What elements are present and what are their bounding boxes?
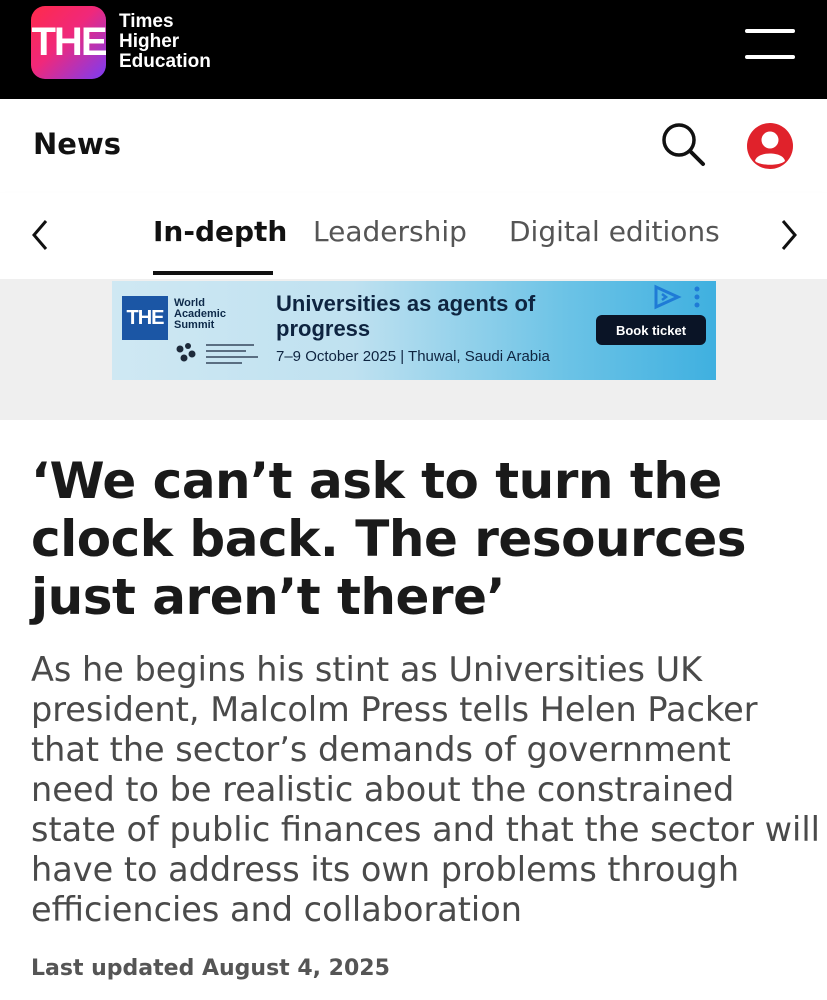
site-name-line3: Education [119, 51, 211, 72]
tab-leadership[interactable]: Leadership [313, 215, 467, 248]
section-tabs: In-depth Leadership Digital editions [0, 193, 827, 279]
chevron-right-icon[interactable] [773, 217, 803, 253]
site-header: THE Times Higher Education [0, 0, 827, 99]
article-headline: ‘We can’t ask to turn the clock back. Th… [31, 452, 747, 626]
ad-the-logo: THE [122, 296, 168, 340]
partner-text-graphic [206, 344, 258, 364]
section-title[interactable]: News [33, 127, 121, 161]
chevron-left-icon[interactable] [26, 217, 56, 253]
ad-event-name: World Academic Summit [174, 298, 244, 331]
tab-in-depth[interactable]: In-depth [153, 215, 287, 248]
hamburger-menu-icon[interactable] [745, 27, 795, 61]
tab-digital-editions[interactable]: Digital editions [509, 215, 720, 248]
search-icon[interactable] [660, 121, 706, 167]
user-account-icon[interactable] [745, 121, 795, 171]
ad-choices-icon[interactable] [652, 284, 712, 310]
partner-logo-icon [176, 343, 196, 362]
the-logo[interactable]: THE [31, 6, 108, 79]
book-ticket-button[interactable]: Book ticket [596, 315, 706, 345]
ad-heading: Universities as agents of progress [276, 291, 536, 341]
active-tab-indicator [153, 271, 273, 275]
site-name-line2: Higher [119, 31, 180, 52]
section-bar: News [0, 99, 827, 193]
ad-region: THE World Academic Summit Universities a… [0, 279, 827, 420]
site-name-line1: Times [119, 11, 174, 32]
ad-event-name-line3: Summit [174, 319, 215, 331]
site-name[interactable]: Times Higher Education [119, 12, 211, 72]
advertisement-banner[interactable]: THE World Academic Summit Universities a… [112, 281, 716, 380]
last-updated-date: Last updated August 4, 2025 [31, 956, 390, 981]
article-standfirst: As he begins his stint as Universities U… [31, 650, 820, 929]
ad-date-location: 7–9 October 2025 | Thuwal, Saudi Arabia [276, 348, 550, 365]
